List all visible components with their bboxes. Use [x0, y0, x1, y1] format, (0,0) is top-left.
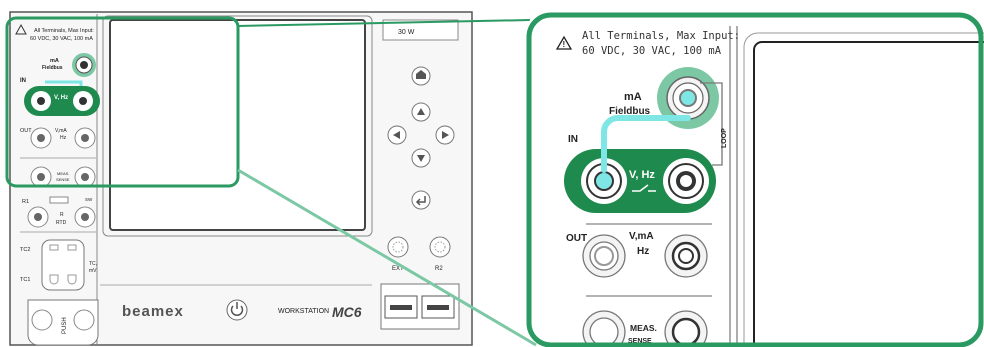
v-hz-label-small: V, Hz [54, 95, 68, 101]
meas-terminal-right-ring [671, 317, 701, 347]
in-label-small: IN [20, 78, 26, 84]
loop-label: LOOP [721, 128, 728, 148]
out-terminal-left-hole [594, 246, 614, 266]
warning-line1-small: All Terminals, Max Input: [34, 28, 94, 34]
v-hz-label: V, Hz [629, 169, 655, 181]
meas-right-terminal-small-hole [81, 173, 89, 181]
warning-icon-mark: ! [563, 40, 566, 49]
cable-plug-in [596, 173, 612, 189]
ma-label: mA [624, 91, 642, 103]
tc2-slot-left-small [49, 244, 59, 251]
r2-label: R2 [435, 266, 443, 272]
tc1-slot-left-small [49, 274, 59, 285]
model-prefix: WORKSTATION [278, 308, 329, 315]
brand-logo: beamex [122, 303, 184, 320]
hz-label: Hz [637, 246, 649, 257]
meas-label-small: MEAS. [57, 171, 69, 176]
tc-block-small [41, 239, 85, 291]
rtd-right-terminal-small-hole [81, 213, 89, 221]
model-logo: MC6 [332, 304, 362, 320]
tc2-label-small: TC2 [20, 247, 30, 253]
meas-label: MEAS. [630, 323, 657, 333]
enter-button[interactable] [411, 190, 431, 210]
vma-label-small: V,mA [55, 128, 67, 134]
meas-terminal-left-ring [589, 317, 619, 347]
ma-label-small: mA [50, 58, 59, 64]
fieldbus-label-small: Fieldbus [42, 65, 63, 71]
out-terminal-right-hole [678, 248, 694, 264]
ma-terminal-small-hole [80, 61, 88, 69]
r1-label-small: R1 [22, 199, 29, 205]
hz-label-small: Hz [60, 135, 67, 141]
usb-port-1-slot [390, 305, 412, 310]
meas-left-terminal-small-hole [37, 173, 45, 181]
rtd-resistor-small [49, 196, 69, 204]
out-right-terminal-small-hole [81, 134, 89, 142]
warning-line2: 60 VDC, 30 VAC, 100 mA [582, 45, 722, 57]
out-left-terminal-small-hole [37, 134, 45, 142]
in-left-terminal-small-hole [37, 97, 45, 105]
in-right-terminal-small-hole [79, 97, 87, 105]
sense-label-small: SENSE [56, 177, 70, 182]
r2-connector [429, 236, 451, 258]
in-terminal-right-pin [680, 175, 692, 187]
push-left-terminal-small [31, 309, 53, 331]
out-label-small: OUT [20, 128, 32, 134]
rtd-left-terminal-small-hole [34, 213, 42, 221]
tc-label-small: TC, [89, 261, 97, 267]
zoom-detail: ! All Terminals, Max Input: 60 VDC, 30 V… [525, 12, 984, 347]
mv-label-small: mV [89, 268, 97, 274]
in-label: IN [568, 134, 578, 145]
usb-port-2-slot [427, 305, 449, 310]
vma-label: V,mA [629, 231, 654, 242]
cable-plug-ma [681, 91, 695, 105]
tc2-slot-right-small [67, 244, 77, 251]
tc1-slot-right-small [67, 274, 77, 285]
warning-line2-small: 60 VDC, 30 VAC, 100 mA [30, 36, 93, 42]
out-label: OUT [566, 233, 587, 244]
sw-label-small: SW [85, 197, 93, 202]
rtd-label-small: RTD [56, 220, 67, 226]
diagram-canvas: 30 W EXT R2 beamex WORKSTATION MC6 All T… [5, 11, 984, 347]
push-label-small: PUSH [62, 317, 68, 334]
warning-line1: All Terminals, Max Input: [582, 30, 740, 42]
device-overview: 30 W EXT R2 beamex WORKSTATION MC6 All T… [9, 11, 473, 346]
top-right-label: 30 W [398, 29, 415, 36]
ext-connector [387, 236, 409, 258]
push-right-terminal-small [73, 309, 95, 331]
r-label-small: R [60, 212, 64, 218]
tc1-label-small: TC1 [20, 277, 30, 283]
